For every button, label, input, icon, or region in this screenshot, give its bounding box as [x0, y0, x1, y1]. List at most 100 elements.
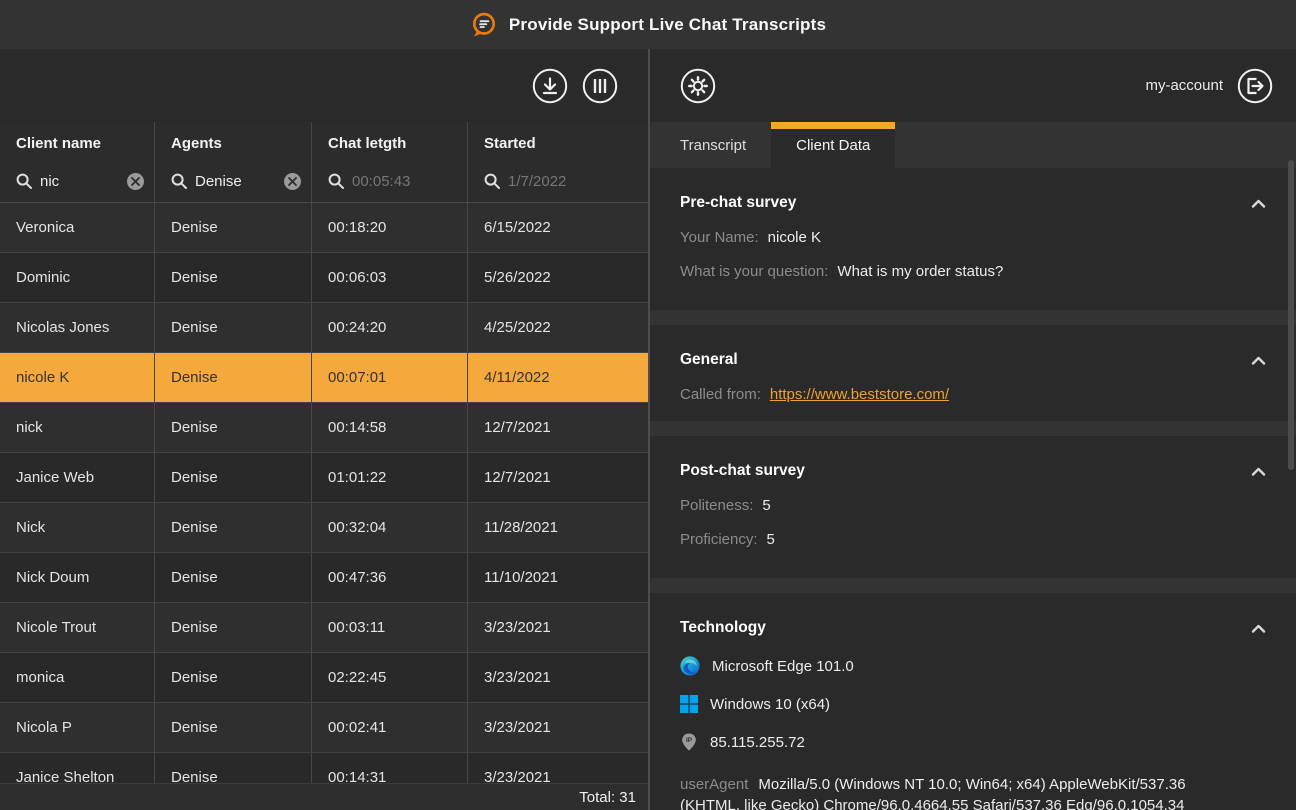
cell-chat-length: 02:22:45: [312, 653, 468, 702]
client-name-filter-input[interactable]: [40, 173, 119, 190]
detail-panel: my-account Transcript Client Data: [650, 49, 1296, 810]
settings-button[interactable]: [680, 68, 716, 104]
agents-filter-input[interactable]: [195, 173, 276, 190]
cell-client-name: Veronica: [0, 203, 155, 252]
logout-button[interactable]: [1237, 68, 1273, 104]
gear-icon: [680, 68, 716, 104]
close-icon: [288, 177, 297, 186]
column-header-chat-length[interactable]: Chat letgth: [328, 135, 457, 152]
cell-agent: Denise: [155, 253, 312, 302]
table-row[interactable]: Dominic Denise 00:06:03 5/26/2022: [0, 253, 648, 303]
client-data-content: Pre-chat survey Your Name: nicole K What…: [650, 168, 1296, 810]
chat-length-filter-input[interactable]: [352, 173, 457, 190]
table-row[interactable]: Nicole Trout Denise 00:03:11 3/23/2021: [0, 603, 648, 653]
chat-bubble-logo-icon: [470, 11, 497, 38]
field-label: Your Name:: [680, 229, 759, 246]
cell-chat-length: 00:47:36: [312, 553, 468, 602]
cell-client-name: Nicole Trout: [0, 603, 155, 652]
table-row[interactable]: nick Denise 00:14:58 12/7/2021: [0, 403, 648, 453]
field-label: Called from:: [680, 386, 761, 403]
ip-address-icon: IP: [680, 732, 698, 752]
cell-started: 5/26/2022: [468, 253, 648, 302]
cell-chat-length: 00:07:01: [312, 353, 468, 402]
scrollbar-thumb[interactable]: [1288, 160, 1294, 470]
cell-chat-length: 00:02:41: [312, 703, 468, 752]
windows-os-icon: [680, 695, 698, 713]
cell-started: 12/7/2021: [468, 403, 648, 452]
section-title: General: [680, 351, 738, 369]
started-date-filter-input[interactable]: [508, 173, 648, 190]
cell-agent: Denise: [155, 453, 312, 502]
table-row[interactable]: Janice Web Denise 01:01:22 12/7/2021: [0, 453, 648, 503]
table-row[interactable]: monica Denise 02:22:45 3/23/2021: [0, 653, 648, 703]
edge-browser-icon: [680, 656, 700, 676]
os-row: Windows 10 (x64): [680, 695, 1268, 713]
cell-agent: Denise: [155, 603, 312, 652]
field-value: nicole K: [768, 229, 821, 246]
cell-client-name: Nicolas Jones: [0, 303, 155, 352]
clear-agents-filter-button[interactable]: [284, 173, 301, 190]
table-row[interactable]: Nick Doum Denise 00:47:36 11/10/2021: [0, 553, 648, 603]
browser-row: Microsoft Edge 101.0: [680, 656, 1268, 676]
right-toolbar: my-account: [650, 49, 1296, 122]
chevron-up-icon: [1251, 199, 1266, 208]
ip-row: IP 85.115.255.72: [680, 732, 1268, 752]
table-row[interactable]: Veronica Denise 00:18:20 6/15/2022: [0, 203, 648, 253]
cell-started: 4/25/2022: [468, 303, 648, 352]
section-title: Technology: [680, 619, 766, 637]
cell-agent: Denise: [155, 653, 312, 702]
page-title: Provide Support Live Chat Transcripts: [509, 15, 826, 35]
app-bar: Provide Support Live Chat Transcripts: [0, 0, 1296, 49]
column-header-client-name[interactable]: Client name: [16, 135, 144, 152]
table-row[interactable]: Nicola P Denise 00:02:41 3/23/2021: [0, 703, 648, 753]
field-label: What is your question:: [680, 263, 828, 280]
cell-agent: Denise: [155, 553, 312, 602]
cell-client-name: Janice Web: [0, 453, 155, 502]
field-value: What is my order status?: [837, 263, 1003, 280]
table-row[interactable]: nicole K Denise 00:07:01 4/11/2022: [0, 353, 648, 403]
cell-started: 3/23/2021: [468, 653, 648, 702]
column-header-started[interactable]: Started: [484, 135, 648, 152]
cell-agent: Denise: [155, 403, 312, 452]
columns-settings-button[interactable]: [582, 68, 618, 104]
cell-chat-length: 00:32:04: [312, 503, 468, 552]
column-header-agents[interactable]: Agents: [171, 135, 301, 152]
called-from-link[interactable]: https://www.beststore.com/: [770, 386, 949, 403]
table-row[interactable]: Nicolas Jones Denise 00:24:20 4/25/2022: [0, 303, 648, 353]
account-label: my-account: [1145, 77, 1223, 94]
section-title: Post-chat survey: [680, 462, 805, 480]
tab-client-data[interactable]: Client Data: [771, 122, 895, 168]
chevron-up-icon: [1251, 467, 1266, 476]
cell-started: 4/11/2022: [468, 353, 648, 402]
section-post-chat-survey: Post-chat survey Politeness: 5 Proficien…: [650, 436, 1296, 578]
cell-agent: Denise: [155, 703, 312, 752]
collapse-section-button[interactable]: [1249, 465, 1268, 478]
table-footer: Total: 31: [0, 783, 648, 810]
cell-agent: Denise: [155, 203, 312, 252]
os-value: Windows 10 (x64): [710, 696, 830, 713]
cell-client-name: nick: [0, 403, 155, 452]
cell-agent: Denise: [155, 303, 312, 352]
field-value: 5: [767, 531, 775, 548]
table-row[interactable]: Nick Denise 00:32:04 11/28/2021: [0, 503, 648, 553]
columns-icon: [582, 68, 618, 104]
cell-client-name: Dominic: [0, 253, 155, 302]
section-technology: Technology: [650, 593, 1296, 810]
collapse-section-button[interactable]: [1249, 197, 1268, 210]
column-chat-length: Chat letgth: [312, 122, 468, 202]
close-icon: [131, 177, 140, 186]
download-icon: [532, 68, 568, 104]
logout-icon: [1237, 68, 1273, 104]
browser-value: Microsoft Edge 101.0: [712, 658, 854, 675]
download-button[interactable]: [532, 68, 568, 104]
detail-tabs: Transcript Client Data: [650, 122, 1296, 168]
column-started: Started: [468, 122, 648, 202]
collapse-section-button[interactable]: [1249, 622, 1268, 635]
cell-chat-length: 00:18:20: [312, 203, 468, 252]
section-title: Pre-chat survey: [680, 194, 796, 212]
clear-client-name-filter-button[interactable]: [127, 173, 144, 190]
collapse-section-button[interactable]: [1249, 354, 1268, 367]
cell-chat-length: 00:24:20: [312, 303, 468, 352]
tab-transcript[interactable]: Transcript: [655, 122, 771, 168]
cell-agent: Denise: [155, 503, 312, 552]
